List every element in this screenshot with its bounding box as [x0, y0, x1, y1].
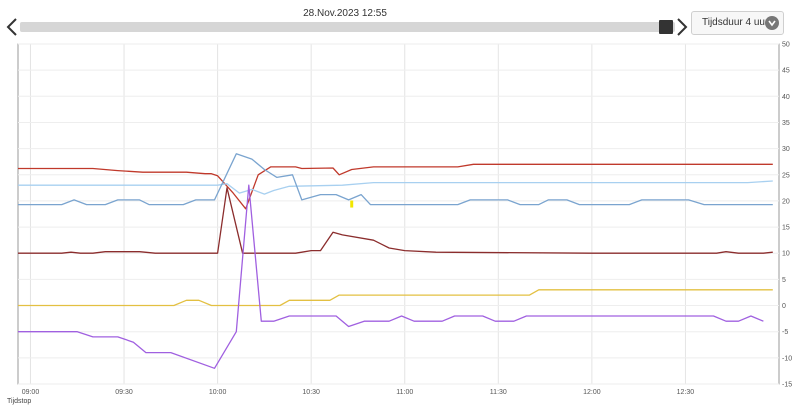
x-tick-label: 10:30 [302, 389, 320, 395]
x-axis-label: Tijdstop [7, 398, 32, 405]
previous-period-button[interactable] [5, 17, 19, 37]
x-tick-label: 10:00 [209, 389, 227, 395]
x-tick-label: 11:00 [396, 389, 413, 395]
line-chart: 09:00 09:30 10:00 10:30 11:00 11:30 12:00 12:30… [17, 42, 792, 395]
x-axis-ticks: 09:00 09:30 10:00 10:30 11:00 11:30 12:00 12:30 [22, 389, 695, 395]
y-axis-ticks: 50454035302520151050-5-10-15 [782, 42, 792, 389]
y-tick-label: -10 [782, 355, 792, 362]
duration-select[interactable]: Tijdsduur 4 uur [691, 11, 784, 35]
chevron-down-icon [765, 16, 779, 30]
plot-area [17, 43, 780, 385]
x-tick-label: 12:00 [583, 389, 601, 395]
y-tick-label: 35 [782, 120, 790, 127]
duration-label: Tijdsduur 4 uur [702, 17, 769, 28]
x-tick-label: 09:00 [22, 389, 40, 395]
next-period-button[interactable] [675, 17, 689, 37]
time-navigation-bar: 28.Nov.2023 12:55 [0, 0, 690, 40]
y-tick-label: 10 [782, 251, 790, 258]
y-tick-label: 20 [782, 198, 790, 205]
y-tick-label: -15 [782, 382, 792, 389]
x-tick-label: 11:30 [490, 389, 507, 395]
y-tick-label: 0 [782, 303, 786, 310]
y-tick-label: 30 [782, 146, 790, 153]
y-tick-label: 15 [782, 225, 790, 232]
x-tick-label: 09:30 [115, 389, 133, 395]
time-slider-track[interactable] [20, 20, 675, 34]
x-tick-label: 12:30 [677, 389, 695, 395]
time-slider-handle[interactable] [659, 20, 673, 34]
y-tick-label: 50 [782, 42, 790, 49]
y-tick-label: -5 [782, 329, 788, 336]
y-tick-label: 45 [782, 68, 790, 75]
y-tick-label: 40 [782, 94, 790, 101]
y-tick-label: 5 [782, 277, 786, 284]
highlight-marker [350, 200, 354, 208]
y-tick-label: 25 [782, 172, 790, 179]
chevron-right-icon [675, 17, 689, 37]
current-datetime: 28.Nov.2023 12:55 [303, 8, 387, 19]
chevron-left-icon [5, 17, 19, 37]
